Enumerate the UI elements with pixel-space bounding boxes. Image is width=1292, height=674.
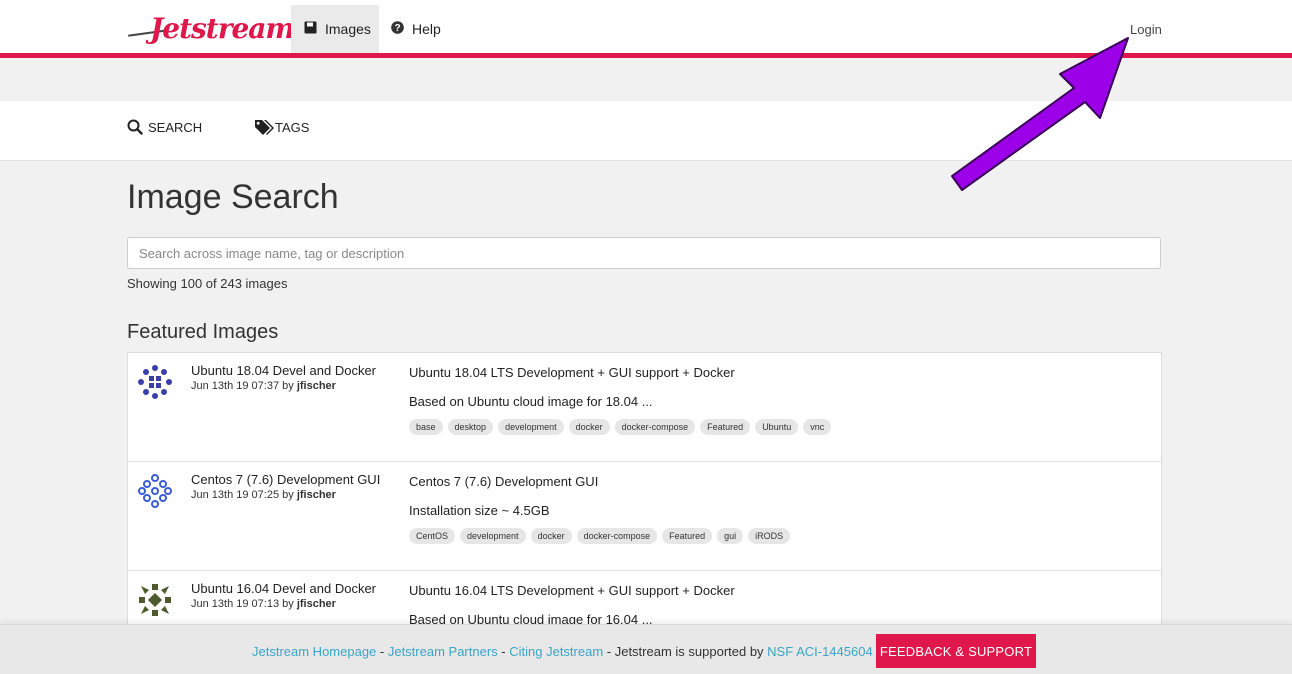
image-avatar [137, 364, 173, 400]
image-description: Installation size ~ 4.5GB [409, 503, 550, 518]
tag-chip[interactable]: base [409, 419, 443, 435]
results-count: Showing 100 of 243 images [127, 276, 288, 291]
image-date: Jun 13th 19 07:37 by [191, 380, 297, 392]
footer-supported-text: - Jetstream is supported by [603, 644, 768, 659]
tag-chip[interactable]: docker-compose [614, 419, 696, 435]
image-meta: Jun 13th 19 07:37 by jfischer [191, 380, 336, 392]
tag-chip[interactable]: docker [530, 528, 572, 544]
subnav-tags[interactable]: TAGS [254, 119, 309, 135]
image-name[interactable]: Ubuntu 16.04 Devel and Docker [191, 581, 376, 596]
svg-text:?: ? [394, 23, 400, 34]
image-description: Based on Ubuntu cloud image for 18.04 ..… [409, 394, 653, 409]
save-floppy-icon [304, 21, 317, 37]
tag-list: CentOS development docker docker-compose… [409, 528, 791, 544]
footer-link-homepage[interactable]: Jetstream Homepage [252, 644, 376, 659]
image-date: Jun 13th 19 07:25 by [191, 489, 297, 501]
search-icon [127, 119, 143, 135]
subnav-search[interactable]: SEARCH [127, 119, 202, 135]
tag-chip[interactable]: gui [717, 528, 744, 544]
tag-chip[interactable]: Featured [662, 528, 713, 544]
feedback-support-button[interactable]: FEEDBACK & SUPPORT [876, 634, 1036, 668]
image-title: Ubuntu 16.04 LTS Development + GUI suppo… [409, 583, 735, 598]
tag-chip[interactable]: vnc [803, 419, 832, 435]
image-author: jfischer [296, 598, 336, 610]
image-avatar [137, 582, 173, 618]
image-title: Ubuntu 18.04 LTS Development + GUI suppo… [409, 365, 735, 380]
footer-link-citing[interactable]: Citing Jetstream [509, 644, 603, 659]
footer-separator: - [497, 644, 510, 659]
tag-chip[interactable]: iRODS [748, 528, 791, 544]
featured-images-heading: Featured Images [127, 321, 279, 343]
image-meta: Jun 13th 19 07:13 by jfischer [191, 598, 336, 610]
list-item[interactable]: Centos 7 (7.6) Development GUI Jun 13th … [128, 462, 1161, 571]
footer-link-nsf[interactable]: NSF ACI-1445604 [767, 644, 873, 659]
subnav-tags-label: TAGS [275, 119, 310, 135]
tags-icon [254, 119, 275, 135]
image-name[interactable]: Ubuntu 18.04 Devel and Docker [191, 363, 376, 378]
image-author: jfischer [296, 380, 336, 392]
image-title: Centos 7 (7.6) Development GUI [409, 474, 599, 489]
list-item[interactable]: Ubuntu 18.04 Devel and Docker Jun 13th 1… [128, 353, 1161, 462]
image-author: jfischer [296, 489, 336, 501]
image-search-input[interactable] [127, 237, 1161, 269]
tag-chip[interactable]: desktop [447, 419, 494, 435]
image-date: Jun 13th 19 07:13 by [191, 598, 297, 610]
tag-chip[interactable]: development [498, 419, 564, 435]
tag-chip[interactable]: Ubuntu [755, 419, 799, 435]
footer-separator: - [376, 644, 388, 659]
image-avatar [137, 473, 173, 509]
tag-chip[interactable]: CentOS [409, 528, 456, 544]
nav-images[interactable]: Images [291, 5, 379, 53]
tag-chip[interactable]: docker-compose [576, 528, 658, 544]
logo-text: Jetstream [150, 12, 295, 45]
question-circle-icon: ? [391, 21, 404, 37]
subnav-search-label: SEARCH [148, 119, 203, 135]
tag-list: base desktop development docker docker-c… [409, 419, 832, 435]
tag-chip[interactable]: Featured [700, 419, 751, 435]
nav-images-label: Images [325, 21, 371, 37]
annotation-arrow [940, 30, 1150, 200]
tag-chip[interactable]: docker [568, 419, 610, 435]
footer-link-partners[interactable]: Jetstream Partners [388, 644, 498, 659]
page-title: Image Search [127, 178, 339, 216]
image-name[interactable]: Centos 7 (7.6) Development GUI [191, 472, 380, 487]
jetstream-logo[interactable]: Jetstream [128, 10, 295, 52]
nav-help[interactable]: ? Help [391, 5, 441, 53]
footer-links: Jetstream Homepage - Jetstream Partners … [252, 644, 873, 659]
tag-chip[interactable]: development [460, 528, 526, 544]
image-meta: Jun 13th 19 07:25 by jfischer [191, 489, 336, 501]
nav-help-label: Help [412, 21, 441, 37]
